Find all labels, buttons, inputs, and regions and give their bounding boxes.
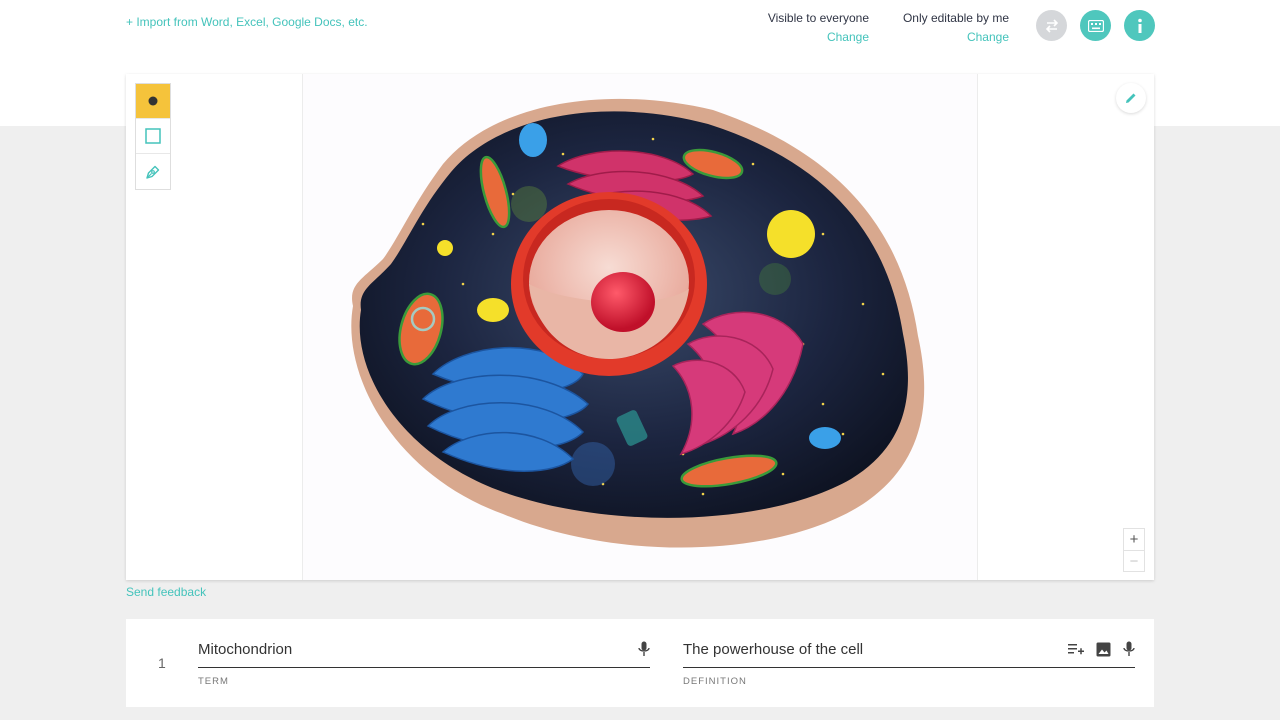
microphone-icon	[1123, 641, 1135, 656]
term-mic-button[interactable]	[638, 641, 650, 657]
dot-icon	[148, 96, 158, 106]
keyboard-shortcuts-button[interactable]	[1080, 10, 1111, 41]
info-icon	[1137, 18, 1142, 33]
import-link[interactable]: + Import from Word, Excel, Google Docs, …	[126, 15, 368, 29]
term-input-value[interactable]: Mitochondrion	[198, 641, 292, 658]
swap-arrows-icon	[1045, 18, 1058, 33]
visibility-change-link[interactable]: Change	[768, 30, 869, 45]
point-tool-button[interactable]	[136, 84, 170, 119]
swap-button[interactable]	[1036, 10, 1067, 41]
pen-icon	[146, 165, 160, 179]
term-card: 1 Mitochondrion TERM The powerhouse of t…	[126, 619, 1154, 707]
insert-list-button[interactable]	[1068, 643, 1084, 655]
definition-label: DEFINITION	[683, 676, 747, 687]
zoom-out-button[interactable]: −	[1124, 550, 1144, 571]
term-label: TERM	[198, 676, 229, 687]
card-number: 1	[158, 655, 166, 671]
editability-change-link[interactable]: Change	[903, 30, 1009, 45]
pencil-icon	[1126, 93, 1136, 103]
edit-image-button[interactable]	[1116, 83, 1146, 113]
visibility-label: Visible to everyone	[767, 11, 869, 25]
microphone-icon	[638, 641, 650, 656]
info-button[interactable]	[1124, 10, 1155, 41]
editability-label: Only editable by me	[902, 11, 1009, 25]
square-icon	[145, 128, 161, 144]
drawing-toolbar	[135, 83, 171, 190]
animal-cell-image	[351, 98, 925, 548]
add-image-button[interactable]	[1096, 642, 1111, 657]
zoom-controls: + −	[1123, 528, 1145, 572]
definition-field[interactable]: The powerhouse of the cell	[683, 639, 1135, 668]
diagram-canvas[interactable]	[302, 74, 978, 580]
image-icon	[1096, 642, 1111, 656]
definition-input-value[interactable]: The powerhouse of the cell	[683, 641, 863, 658]
pen-tool-button[interactable]	[136, 154, 170, 189]
rectangle-tool-button[interactable]	[136, 119, 170, 154]
visibility-setting: Visible to everyone Change	[768, 11, 869, 45]
zoom-in-button[interactable]: +	[1124, 529, 1144, 550]
playlist-add-icon	[1068, 644, 1084, 655]
diagram-editor: + −	[126, 74, 1154, 580]
definition-mic-button[interactable]	[1123, 641, 1135, 657]
send-feedback-link[interactable]: Send feedback	[126, 585, 206, 599]
keyboard-icon	[1087, 19, 1104, 32]
term-field[interactable]: Mitochondrion	[198, 639, 650, 668]
editability-setting: Only editable by me Change	[903, 11, 1009, 45]
